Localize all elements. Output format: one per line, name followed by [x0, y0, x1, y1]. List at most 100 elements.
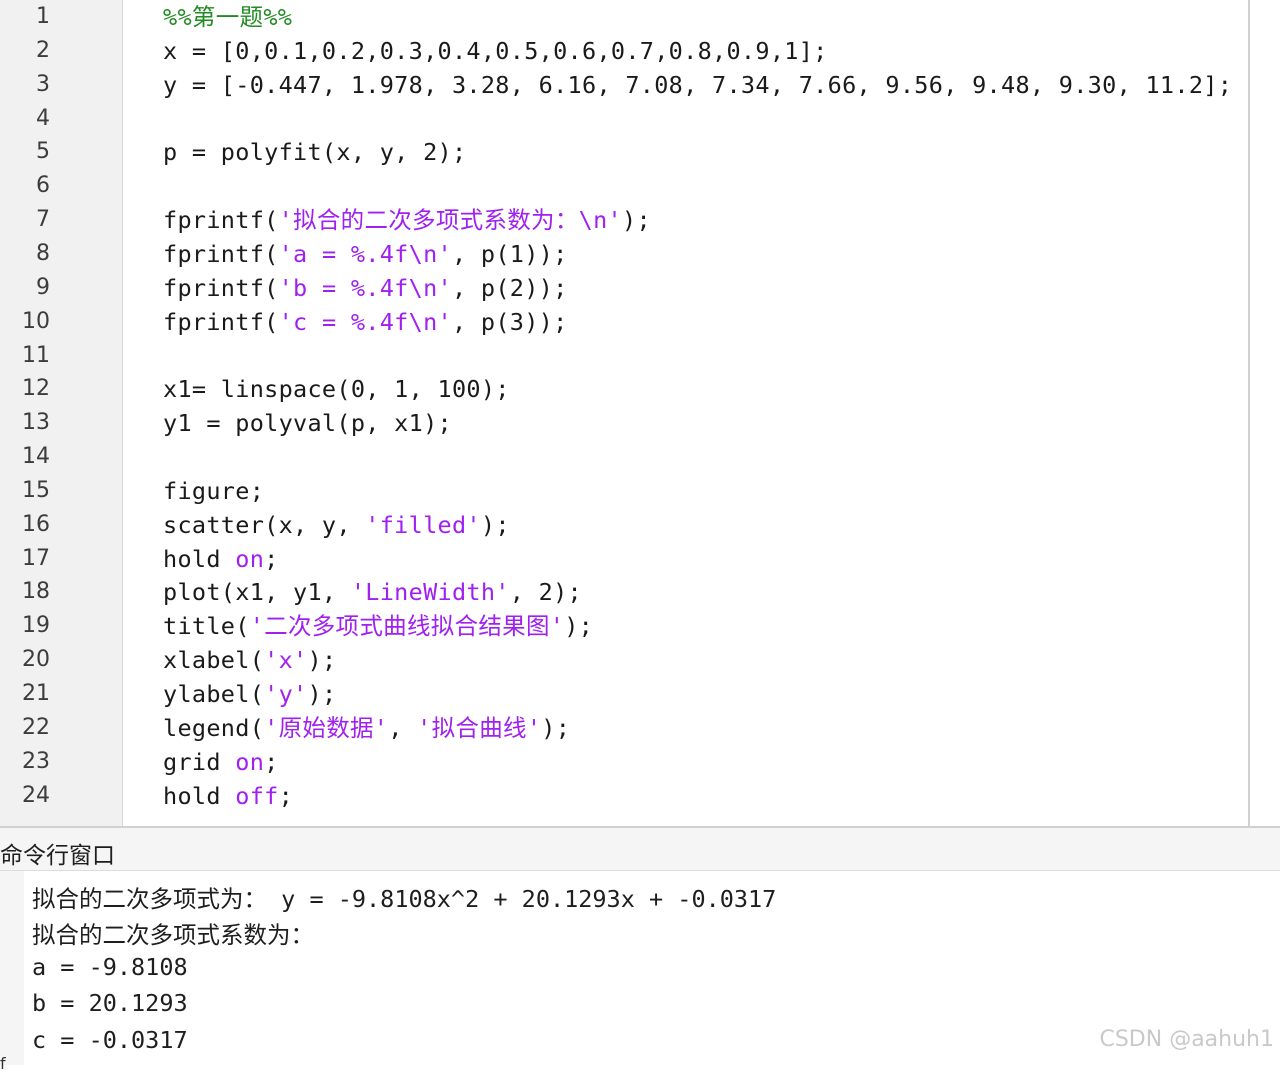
code-token: \n': [578, 206, 623, 235]
code-token: );: [564, 612, 594, 641]
code-line[interactable]: x1= linspace(0, 1, 100);: [163, 372, 510, 406]
code-token: on: [235, 544, 265, 573]
code-token: scatter(x, y,: [163, 510, 366, 539]
code-token: , p(2));: [451, 273, 568, 302]
code-line[interactable]: plot(x1, y1, 'LineWidth', 2);: [163, 575, 582, 609]
line-number: 7: [36, 207, 50, 233]
command-prompt-glyph[interactable]: f: [0, 1054, 6, 1073]
code-token: xlabel(: [163, 646, 265, 675]
line-number: 17: [22, 545, 50, 571]
code-line[interactable]: scatter(x, y, 'filled');: [163, 508, 510, 542]
code-line[interactable]: xlabel('x');: [163, 643, 336, 677]
code-line[interactable]: ylabel('y');: [163, 677, 336, 711]
code-line[interactable]: fprintf('拟合的二次多项式系数为：\n');: [163, 203, 651, 237]
output-token: a = -9.8108: [32, 953, 188, 981]
code-token: x = [0,0.1,0.2,0.3,0.4,0.5,0.6,0.7,0.8,0…: [163, 36, 828, 65]
code-line[interactable]: hold off;: [163, 779, 293, 813]
code-token: grid: [163, 747, 236, 776]
code-token: 'LineWidth': [350, 578, 510, 607]
line-number: 3: [36, 71, 50, 97]
code-token: 第一题: [191, 3, 264, 31]
code-token: legend(: [163, 713, 265, 742]
line-number: 2: [36, 37, 50, 63]
line-number: 14: [22, 444, 50, 470]
code-token: 'b = %.4f\n': [278, 273, 452, 302]
code-line[interactable]: fprintf('a = %.4f\n', p(1));: [163, 237, 568, 271]
code-token: , p(3));: [451, 307, 568, 336]
code-token: , 2);: [509, 578, 583, 607]
code-token: 原始数据: [278, 713, 374, 742]
line-number: 23: [22, 748, 50, 774]
code-line[interactable]: title('二次多项式曲线拟合结果图');: [163, 609, 593, 643]
code-token: p = polyfit(x, y, 2);: [163, 138, 467, 167]
code-token: );: [480, 510, 510, 539]
output-token: c = -0.0317: [32, 1026, 188, 1054]
output-token: b = 20.1293: [32, 989, 188, 1017]
code-token: figure;: [163, 476, 265, 505]
line-number: 4: [36, 105, 50, 131]
code-line[interactable]: legend('原始数据', '拟合曲线');: [163, 711, 570, 745]
code-editor[interactable]: 1 2 3 4 5 6 7 8 9 10 11 12 13 14 15 16 17 18 19 20 21 22 23 24 …: [0, 0, 1280, 826]
code-token: y = [-0.447, 1.978, 3.28, 6.16, 7.08, 7.…: [163, 70, 1233, 99]
code-token: );: [307, 646, 337, 675]
code-line[interactable]: y = [-0.447, 1.978, 3.28, 6.16, 7.08, 7.…: [163, 68, 1232, 102]
command-output-line: 拟合的二次多项式为： y = -9.8108x^2 + 20.1293x + -…: [32, 880, 776, 914]
code-token: 拟合的二次多项式系数为：: [293, 206, 579, 235]
code-token: 'filled': [365, 510, 481, 539]
line-number: 22: [22, 714, 50, 740]
line-number: 13: [22, 410, 50, 436]
code-token: ': [417, 713, 432, 742]
output-token: 拟合的二次多项式为：: [32, 885, 267, 913]
code-token: 二次多项式曲线拟合结果图: [264, 612, 550, 641]
code-token: ': [549, 612, 565, 641]
command-window-header: 命令行窗口: [0, 828, 1280, 871]
code-token: ': [373, 713, 389, 742]
code-token: ': [278, 206, 294, 235]
line-number: 15: [22, 477, 50, 503]
line-number: 11: [22, 342, 50, 368]
code-token: ylabel(: [163, 680, 265, 708]
code-token: 'a = %.4f\n': [278, 239, 452, 268]
code-token: ;: [264, 544, 279, 573]
line-number: 12: [22, 376, 50, 402]
line-number: 1: [36, 4, 50, 29]
command-window[interactable]: 命令行窗口 拟合的二次多项式为： y = -9.8108x^2 + 20.129…: [0, 826, 1280, 1073]
line-number: 16: [22, 511, 50, 537]
code-token: fprintf(: [163, 239, 279, 268]
code-line[interactable]: %%第一题%%: [163, 0, 292, 34]
code-token: plot(x1, y1,: [163, 578, 351, 607]
code-line[interactable]: grid on;: [163, 745, 279, 779]
code-token: );: [307, 680, 337, 708]
code-token: %%: [263, 3, 293, 31]
code-line[interactable]: y1 = polyval(p, x1);: [163, 406, 452, 440]
code-token: ;: [278, 781, 294, 810]
code-token: x1= linspace(0, 1, 100);: [163, 375, 510, 404]
command-output-line: 拟合的二次多项式系数为：: [32, 916, 314, 950]
code-token: %%: [163, 3, 192, 31]
code-token: fprintf(: [163, 273, 279, 302]
code-token: );: [622, 206, 651, 235]
line-number: 21: [22, 681, 50, 706]
code-line[interactable]: figure;: [163, 474, 264, 508]
code-token: ': [264, 713, 279, 742]
code-token: title(: [163, 612, 250, 641]
command-output-line: c = -0.0317: [32, 1026, 188, 1054]
line-number: 9: [36, 274, 50, 300]
line-number: 6: [36, 173, 50, 199]
code-line[interactable]: p = polyfit(x, y, 2);: [163, 135, 466, 169]
code-token: ': [526, 713, 542, 742]
code-line[interactable]: hold on;: [163, 542, 279, 576]
code-token: hold: [163, 781, 236, 810]
code-token: 'x': [264, 646, 308, 675]
output-token: y = -9.8108x^2 + 20.1293x + -0.0317: [267, 885, 777, 913]
line-number: 24: [22, 782, 50, 808]
code-line[interactable]: fprintf('c = %.4f\n', p(3));: [163, 305, 568, 339]
code-line[interactable]: x = [0,0.1,0.2,0.3,0.4,0.5,0.6,0.7,0.8,0…: [163, 34, 828, 68]
line-number: 20: [22, 647, 50, 673]
line-number: 8: [36, 240, 50, 266]
vertical-scrollbar[interactable]: [1248, 0, 1250, 826]
code-token: );: [541, 713, 571, 742]
code-line[interactable]: fprintf('b = %.4f\n', p(2));: [163, 271, 568, 305]
code-token: ': [249, 612, 265, 641]
code-token: , p(1));: [451, 239, 568, 268]
